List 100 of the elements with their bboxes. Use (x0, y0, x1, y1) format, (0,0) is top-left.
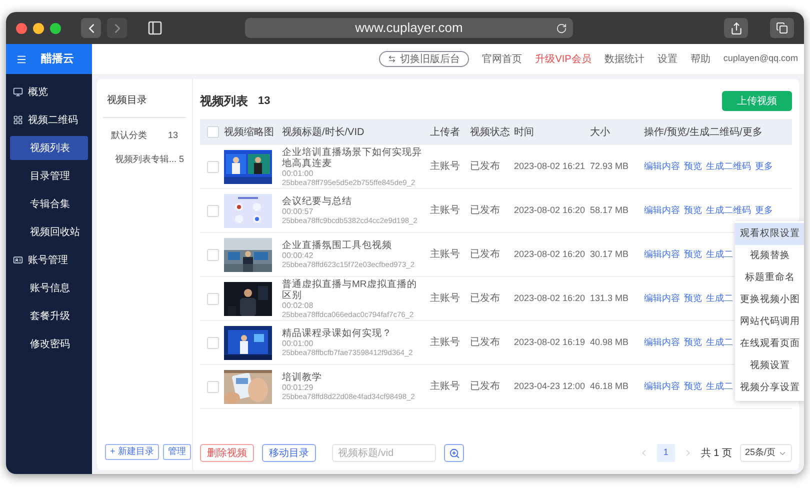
search-button[interactable] (444, 444, 464, 462)
checkbox[interactable] (207, 336, 219, 348)
action-link[interactable]: 编辑内容 (644, 160, 680, 171)
maximize-icon[interactable] (50, 22, 61, 34)
uploader-cell-text: 主账号 (430, 380, 461, 394)
sidebar-icon (13, 87, 23, 97)
uploader-cell-text: 主账号 (430, 160, 461, 174)
nav-link[interactable]: 设置 (657, 52, 678, 66)
sidebar-item[interactable]: 视频回收站 (10, 220, 88, 244)
checkbox[interactable] (207, 292, 219, 304)
video-title[interactable]: 会议纪要与总结 (282, 196, 430, 207)
action-link[interactable]: 预览 (684, 204, 702, 215)
action-link[interactable]: 编辑内容 (644, 292, 680, 303)
nav-link[interactable]: 帮助 (690, 52, 710, 66)
action-link[interactable]: 编辑内容 (644, 336, 680, 347)
menu-item[interactable]: 视频替换 (735, 244, 804, 267)
menu-item[interactable]: 更换视频小图 (735, 288, 804, 311)
action-link[interactable]: 预览 (684, 336, 702, 347)
sidebar-item[interactable]: 修改密码 (10, 332, 88, 356)
video-title[interactable]: 精品课程录课如何实现？ (282, 328, 430, 339)
menu-item[interactable]: 在线观看页面 (735, 332, 804, 355)
tabs-button[interactable] (770, 18, 794, 38)
address-bar[interactable]: www.cuplayer.com (245, 18, 573, 38)
size-cell-text: 30.17 MB (590, 248, 630, 261)
action-link[interactable]: 生成二维码 (706, 204, 751, 215)
back-button[interactable] (81, 18, 101, 38)
move-button[interactable]: 移动目录 (262, 444, 316, 462)
search-field[interactable]: 视频标题/vid (332, 444, 436, 462)
catalog-item[interactable]: 视频列表专辑... 5 (103, 152, 186, 166)
action-link[interactable]: 生成二 (706, 380, 733, 391)
zoom-in-icon (448, 448, 460, 458)
sidebar-icon[interactable] (147, 20, 163, 36)
action-link[interactable]: 编辑内容 (644, 248, 680, 259)
size-cell-text: 40.98 MB (590, 336, 630, 349)
action-link[interactable]: 更多 (755, 204, 773, 215)
menu-item[interactable]: 网站代码调用 (735, 310, 804, 333)
video-title[interactable]: 企业培训直播场景下如何实现异地高真连麦 (282, 146, 430, 168)
video-duration: 00:01:00 (282, 339, 314, 348)
sidebar-item[interactable]: 视频二维码 (6, 106, 92, 134)
page-size-select[interactable]: 25条/页 (740, 444, 792, 462)
sidebar-item[interactable]: 目录管理 (10, 164, 88, 188)
share-button[interactable] (724, 18, 748, 38)
forward-button[interactable] (107, 18, 127, 38)
column-header: 时间 (514, 126, 535, 140)
size-cell-text: 131.3 MB (590, 292, 630, 305)
action-link[interactable]: 生成二 (706, 336, 733, 347)
checkbox[interactable] (207, 204, 219, 216)
action-link[interactable]: 编辑内容 (644, 380, 680, 391)
catalog-item[interactable]: 默认分类 13 (103, 129, 186, 142)
status-cell-text: 已发布 (470, 248, 501, 262)
action-link[interactable]: 预览 (684, 160, 702, 171)
action-link[interactable]: 编辑内容 (644, 204, 680, 215)
action-link[interactable]: 预览 (684, 248, 702, 259)
sidebar-item[interactable]: 套餐升级 (10, 304, 88, 328)
uploader-cell-text: 主账号 (430, 292, 461, 306)
manage-button[interactable]: 管理 (162, 444, 191, 460)
page-button[interactable]: 1 (656, 444, 675, 462)
video-duration: 00:00:57 (282, 207, 314, 216)
share-icon (730, 22, 742, 34)
sidebar-item[interactable]: 视频列表 (10, 136, 88, 160)
video-duration: 00:01:29 (282, 383, 314, 392)
nav-link[interactable]: 官网首页 (482, 52, 522, 66)
new-catalog-button[interactable]: + 新建目录 (105, 444, 159, 460)
column-header: 操作/预览/生成二维码/更多 (644, 126, 764, 140)
nav-link[interactable]: 数据统计 (604, 52, 644, 66)
menu-icon[interactable] (16, 54, 27, 64)
nav-link[interactable]: 升级VIP会员 (535, 52, 592, 66)
action-link[interactable]: 生成二 (706, 292, 733, 303)
action-link[interactable]: 更多 (755, 160, 773, 171)
sidebar-item[interactable]: 概览 (6, 78, 92, 106)
action-link[interactable]: 预览 (684, 292, 702, 303)
column-header: 视频缩略图 (224, 126, 275, 140)
sidebar-item[interactable]: 账号管理 (6, 246, 92, 274)
status-cell-text: 已发布 (470, 160, 501, 174)
action-link[interactable]: 生成二 (706, 248, 733, 259)
minimize-icon[interactable] (33, 22, 44, 34)
sidebar-item[interactable]: 专辑合集 (10, 192, 88, 216)
checkbox[interactable] (207, 126, 219, 138)
menu-item[interactable]: 标题重命名 (735, 266, 804, 289)
reload-icon[interactable] (556, 22, 567, 34)
sidebar-item[interactable]: 账号信息 (10, 276, 88, 300)
checkbox[interactable] (207, 160, 219, 172)
time-cell-text: 2023-04-23 12:00 (514, 380, 586, 393)
video-title[interactable]: 普通虚拟直播与MR虚拟直播的区别 (282, 278, 430, 300)
account-email[interactable]: cuplayen@qq.com (723, 52, 798, 66)
checkbox[interactable] (207, 248, 219, 260)
video-title[interactable]: 企业直播氛围工具包视频 (282, 240, 430, 251)
switch-version-button[interactable]: 切换旧版后台 (379, 51, 470, 67)
menu-item[interactable]: 观看权限设置 (735, 222, 804, 245)
checkbox[interactable] (207, 380, 219, 392)
video-title[interactable]: 培训教学 (282, 372, 430, 383)
menu-item[interactable]: 视频分享设置 (735, 376, 804, 399)
status-cell-text: 已发布 (470, 292, 501, 306)
close-icon[interactable] (16, 22, 27, 34)
delete-button[interactable]: 删除视频 (200, 444, 254, 462)
action-link[interactable]: 预览 (684, 380, 702, 391)
time-cell-text: 2023-08-02 16:20 (514, 248, 586, 261)
action-link[interactable]: 生成二维码 (706, 160, 751, 171)
menu-item[interactable]: 视频设置 (735, 354, 804, 377)
column-header: 视频状态 (470, 126, 511, 140)
